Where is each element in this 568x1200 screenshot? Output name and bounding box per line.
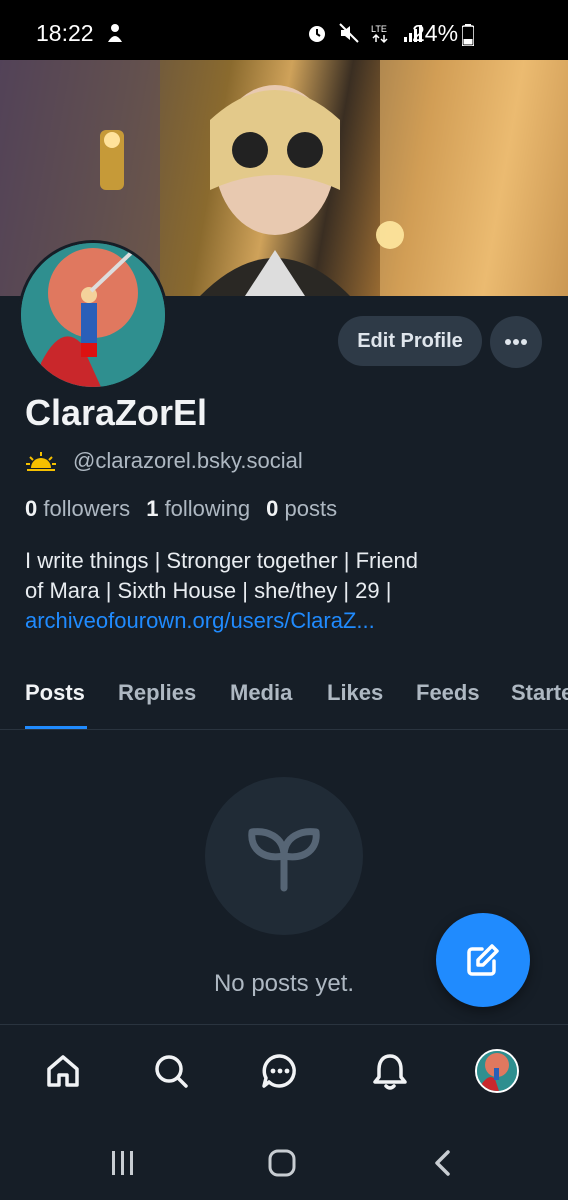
posts-stat: 0 posts bbox=[266, 496, 337, 522]
system-navigation-bar bbox=[0, 1116, 568, 1200]
nav-avatar bbox=[475, 1049, 519, 1093]
more-options-button[interactable] bbox=[490, 316, 542, 368]
tab-media[interactable]: Media bbox=[230, 680, 292, 706]
nav-profile[interactable] bbox=[473, 1047, 521, 1095]
chat-icon bbox=[262, 1054, 296, 1088]
handle-text: @clarazorel.bsky.social bbox=[73, 448, 303, 473]
handle-row: @clarazorel.bsky.social bbox=[25, 448, 303, 474]
battery-percent: 24% bbox=[412, 20, 459, 46]
nav-chat[interactable] bbox=[256, 1047, 304, 1095]
profile-tabs: Posts Replies Media Likes Feeds Starter bbox=[0, 672, 568, 730]
followers-stat[interactable]: 0 followers bbox=[25, 496, 130, 522]
ellipsis-icon bbox=[505, 339, 527, 345]
active-tab-indicator bbox=[25, 726, 87, 729]
profile-avatar[interactable] bbox=[18, 240, 168, 390]
nav-home[interactable] bbox=[39, 1047, 87, 1095]
nav-notifications[interactable] bbox=[366, 1047, 414, 1095]
nav-avatar-image bbox=[477, 1051, 517, 1091]
followers-label: followers bbox=[43, 496, 131, 521]
profile-stats: 0 followers 1 following 0 posts bbox=[25, 496, 337, 522]
avatar-image bbox=[21, 243, 165, 387]
home-icon bbox=[47, 1055, 79, 1087]
compose-icon bbox=[467, 944, 499, 976]
home-button-icon[interactable] bbox=[267, 1148, 297, 1178]
posts-label: posts bbox=[284, 496, 338, 521]
following-label: following bbox=[164, 496, 251, 521]
followers-count: 0 bbox=[25, 496, 38, 521]
empty-state-illustration bbox=[205, 777, 363, 935]
following-stat[interactable]: 1 following bbox=[146, 496, 250, 522]
nav-search[interactable] bbox=[147, 1047, 195, 1095]
edit-profile-button[interactable]: Edit Profile bbox=[338, 316, 482, 366]
bio-link[interactable]: archiveofourown.org/users/ClaraZ... bbox=[25, 606, 545, 636]
status-time: 18:22 bbox=[36, 20, 94, 46]
following-count: 1 bbox=[146, 496, 159, 521]
svg-text:LTE: LTE bbox=[371, 24, 387, 34]
compose-post-button[interactable] bbox=[436, 913, 530, 1007]
battery-icon bbox=[462, 24, 474, 46]
tab-replies[interactable]: Replies bbox=[118, 680, 196, 706]
alarm-icon bbox=[309, 26, 325, 42]
tab-feeds[interactable]: Feeds bbox=[416, 680, 480, 706]
bottom-navigation bbox=[0, 1024, 568, 1117]
seedling-icon bbox=[248, 828, 320, 892]
display-name: ClaraZorEl bbox=[25, 392, 208, 433]
tab-posts[interactable]: Posts bbox=[25, 680, 85, 706]
tab-likes[interactable]: Likes bbox=[327, 680, 383, 706]
notification-icon bbox=[108, 24, 122, 42]
tab-starter-packs[interactable]: Starter bbox=[511, 680, 568, 706]
lte-icon: LTE bbox=[371, 24, 388, 44]
sunrise-icon bbox=[26, 452, 56, 471]
status-bar: 18:22 LTE 24% bbox=[0, 0, 568, 60]
status-icons: LTE bbox=[306, 22, 424, 44]
profile-bio: I write things | Stronger together | Fri… bbox=[25, 546, 545, 636]
bio-line: of Mara | Sixth House | she/they | 29 | bbox=[25, 578, 392, 603]
posts-count: 0 bbox=[266, 496, 279, 521]
search-icon bbox=[155, 1055, 188, 1088]
mute-icon bbox=[339, 23, 359, 43]
bio-line: I write things | Stronger together | Fri… bbox=[25, 548, 418, 573]
back-icon[interactable] bbox=[428, 1148, 458, 1178]
recent-apps-icon[interactable] bbox=[108, 1148, 138, 1178]
bell-icon bbox=[373, 1054, 407, 1090]
